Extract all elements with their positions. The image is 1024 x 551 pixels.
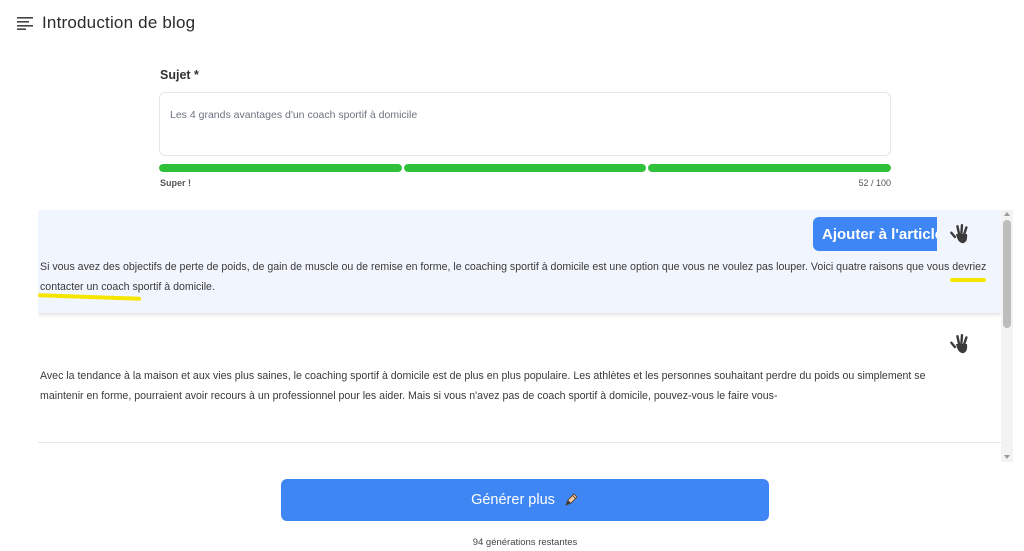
result-text-2: Avec la tendance à la maison et aux vies… <box>40 370 926 402</box>
remaining-generations: 94 générations restantes <box>472 537 578 548</box>
progress-segment-1 <box>159 164 402 172</box>
hand-wave-icon[interactable] <box>948 332 972 356</box>
results-list: Ajouter à l'article Si vous avez des obj… <box>38 210 1013 462</box>
hand-wave-icon[interactable] <box>948 222 972 246</box>
pen-icon <box>565 493 578 506</box>
result-text-1: Si vous avez des objectifs de perte de p… <box>40 261 987 293</box>
scroll-down-icon[interactable] <box>1004 455 1010 459</box>
results-scrollbar[interactable] <box>1001 210 1013 462</box>
page-header: Introduction de blog <box>17 12 195 34</box>
progress-segment-2 <box>403 164 647 172</box>
progress-segment-3 <box>648 164 892 172</box>
generate-more-button[interactable]: Générer plus <box>281 479 769 521</box>
highlight-mark <box>950 278 986 282</box>
hamburger-icon[interactable] <box>17 16 33 30</box>
scroll-thumb[interactable] <box>1003 220 1011 328</box>
quality-label: Super ! <box>160 178 192 188</box>
subject-input[interactable]: Les 4 grands avantages d'un coach sporti… <box>159 92 891 156</box>
char-count: 52 / 100 <box>858 178 891 188</box>
generate-more-label: Générer plus <box>471 492 555 508</box>
result-divider <box>38 442 1001 443</box>
quality-progress-bar <box>159 164 892 172</box>
subject-label: Sujet * <box>160 68 199 82</box>
page-title: Introduction de blog <box>42 13 196 32</box>
result-card-1: Ajouter à l'article Si vous avez des obj… <box>38 210 1001 313</box>
scroll-up-icon[interactable] <box>1004 212 1010 216</box>
subject-input-value: Les 4 grands avantages d'un coach sporti… <box>170 109 418 121</box>
add-to-article-button[interactable]: Ajouter à l'article <box>813 217 937 251</box>
